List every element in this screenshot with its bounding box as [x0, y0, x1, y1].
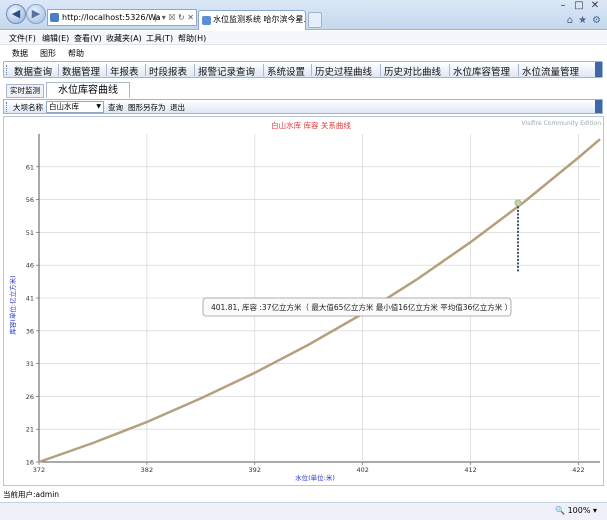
- nav-level-capacity[interactable]: 水位库容管理: [453, 64, 510, 78]
- dam-name-label: 大坝名称: [13, 103, 43, 112]
- reservoir-select-value: 白山水库: [49, 102, 79, 111]
- tab-level-capacity-curve[interactable]: 水位库容曲线: [46, 82, 130, 98]
- y-axis-label: 库容(单位:亿立方米): [8, 275, 17, 334]
- reservoir-select[interactable]: 白山水库 ▼: [46, 101, 104, 113]
- app-menu-help[interactable]: 帮助: [68, 48, 84, 59]
- home-icon[interactable]: ⌂: [567, 15, 573, 26]
- chart-toolbar: 大坝名称 白山水库 ▼ 查询 图形另存为 退出: [3, 99, 603, 114]
- tab-title: 水位监测系统 哈尔滨今星...: [213, 15, 306, 24]
- minimize-icon[interactable]: –: [555, 0, 571, 11]
- tab-close-icon[interactable]: ✕: [295, 11, 302, 29]
- y-tick-label: 26: [26, 393, 34, 401]
- nav-separator: [145, 64, 146, 76]
- nav-separator: [194, 64, 195, 76]
- toolbar-overflow-button[interactable]: [595, 100, 602, 113]
- favorites-star-icon[interactable]: ★: [578, 15, 587, 26]
- y-tick-label: 46: [26, 262, 34, 270]
- y-tick-label: 31: [26, 360, 34, 368]
- browser-tool-icons: ⌂ ★ ⚙: [562, 15, 601, 26]
- nav-separator: [58, 64, 59, 76]
- nav-level-flow[interactable]: 水位流量管理: [522, 64, 579, 78]
- current-user-status: 当前用户:admin: [3, 490, 60, 499]
- maximize-icon[interactable]: □: [571, 0, 587, 11]
- menu-tools[interactable]: 工具(T): [146, 33, 173, 44]
- nav-history-compare[interactable]: 历史对比曲线: [384, 64, 441, 78]
- forward-arrow-icon: ▶: [31, 7, 41, 20]
- nav-alarm-query[interactable]: 报警记录查询: [198, 64, 255, 78]
- nav-history-curve[interactable]: 历史过程曲线: [315, 64, 372, 78]
- chart-title: 白山水库 库容 关系曲线: [271, 120, 351, 130]
- current-level-point: [514, 199, 522, 207]
- tooltip-text: 401.81, 库容 :37亿立方米（ 最大值65亿立方米 最小值16亿立方米 …: [211, 302, 512, 312]
- nav-separator: [311, 64, 312, 76]
- nav-annual-report[interactable]: 年报表: [110, 64, 139, 78]
- app-menu-graph[interactable]: 图形: [40, 48, 56, 59]
- menu-view[interactable]: 查看(V): [74, 33, 102, 44]
- page-icon: [50, 13, 59, 22]
- menu-help[interactable]: 帮助(H): [178, 33, 206, 44]
- browser-tab[interactable]: 水位监测系统 哈尔滨今星... ✕: [198, 10, 306, 30]
- browser-menubar: 文件(F) 编辑(E) 查看(V) 收藏夹(A) 工具(T) 帮助(H): [0, 31, 607, 45]
- tab-realtime-monitor[interactable]: 实时监测: [6, 84, 44, 98]
- nav-separator: [106, 64, 107, 76]
- y-tick-label: 61: [26, 163, 34, 171]
- browser-statusbar: 🔍 100% ▾: [0, 502, 607, 520]
- capacity-chart: 白山水库 库容 关系曲线 Visifire Community Edition …: [8, 120, 601, 482]
- nav-system-settings[interactable]: 系统设置: [267, 64, 305, 78]
- x-axis-label: 水位(单位:米): [295, 473, 335, 482]
- close-window-icon[interactable]: ✕: [587, 0, 603, 11]
- y-tick-label: 16: [26, 459, 34, 467]
- address-actions[interactable]: ρ ▾ ☒ ↻ ✕: [154, 10, 194, 25]
- y-tick-label: 56: [26, 196, 34, 204]
- new-tab-button[interactable]: [308, 12, 322, 28]
- menu-favorites[interactable]: 收藏夹(A): [106, 33, 142, 44]
- nav-data-manage[interactable]: 数据管理: [62, 64, 100, 78]
- chart-watermark: Visifire Community Edition: [521, 120, 601, 127]
- x-tick-label: 412: [464, 466, 476, 474]
- query-button[interactable]: 查询: [108, 102, 123, 113]
- save-graph-as-button[interactable]: 图形另存为: [128, 102, 166, 113]
- nav-separator: [449, 64, 450, 76]
- y-axis-ticks: 16 21 26 31 36 41 46 51 56 61: [26, 163, 39, 467]
- nav-separator: [518, 64, 519, 76]
- x-tick-label: 392: [249, 466, 261, 474]
- menu-edit[interactable]: 编辑(E): [42, 33, 69, 44]
- x-tick-label: 382: [141, 466, 153, 474]
- nav-separator: [263, 64, 264, 76]
- menu-file[interactable]: 文件(F): [9, 33, 36, 44]
- back-arrow-icon: ◀: [11, 7, 21, 20]
- toolbar-grip[interactable]: [6, 102, 9, 112]
- app-menubar: 数据 图形 帮助: [0, 46, 607, 60]
- y-tick-label: 36: [26, 327, 34, 335]
- toolbar-grip[interactable]: [6, 65, 9, 75]
- y-tick-label: 21: [26, 426, 34, 434]
- window-controls: – □ ✕: [555, 0, 603, 11]
- toolbar-overflow-button[interactable]: [595, 62, 602, 77]
- chart-container: 白山水库 库容 关系曲线 Visifire Community Edition …: [3, 116, 604, 486]
- browser-titlebar: ◀ ▶ http://localhost:5326/Wa ρ ▾ ☒ ↻ ✕ 水…: [0, 0, 607, 30]
- x-tick-label: 372: [33, 466, 45, 474]
- forward-button[interactable]: ▶: [26, 4, 46, 24]
- address-text: http://localhost:5326/Wa: [62, 13, 161, 22]
- nav-separator: [380, 64, 381, 76]
- chart-tooltip: 401.81, 库容 :37亿立方米（ 最大值65亿立方米 最小值16亿立方米 …: [202, 297, 512, 317]
- back-button[interactable]: ◀: [6, 4, 26, 24]
- address-bar[interactable]: http://localhost:5326/Wa ρ ▾ ☒ ↻ ✕: [47, 9, 197, 26]
- settings-gear-icon[interactable]: ⚙: [592, 15, 601, 26]
- zoom-level[interactable]: 🔍 100% ▾: [555, 506, 597, 515]
- tab-favicon-icon: [202, 16, 211, 25]
- app-menu-data[interactable]: 数据: [12, 48, 28, 59]
- x-tick-label: 422: [572, 466, 584, 474]
- nav-period-report[interactable]: 时段报表: [149, 64, 187, 78]
- x-tick-label: 402: [356, 466, 368, 474]
- main-nav-toolbar: 数据查询 数据管理 年报表 时段报表 报警记录查询 系统设置 历史过程曲线 历史…: [3, 61, 603, 78]
- x-axis-ticks: 372 382 392 402 412 422: [33, 462, 585, 474]
- exit-button[interactable]: 退出: [170, 102, 185, 113]
- y-tick-label: 41: [26, 295, 34, 303]
- sub-tabs: 实时监测 水位库容曲线: [6, 82, 602, 98]
- y-tick-label: 51: [26, 229, 34, 237]
- nav-data-query[interactable]: 数据查询: [14, 64, 52, 78]
- dropdown-arrow-icon: ▼: [96, 103, 101, 110]
